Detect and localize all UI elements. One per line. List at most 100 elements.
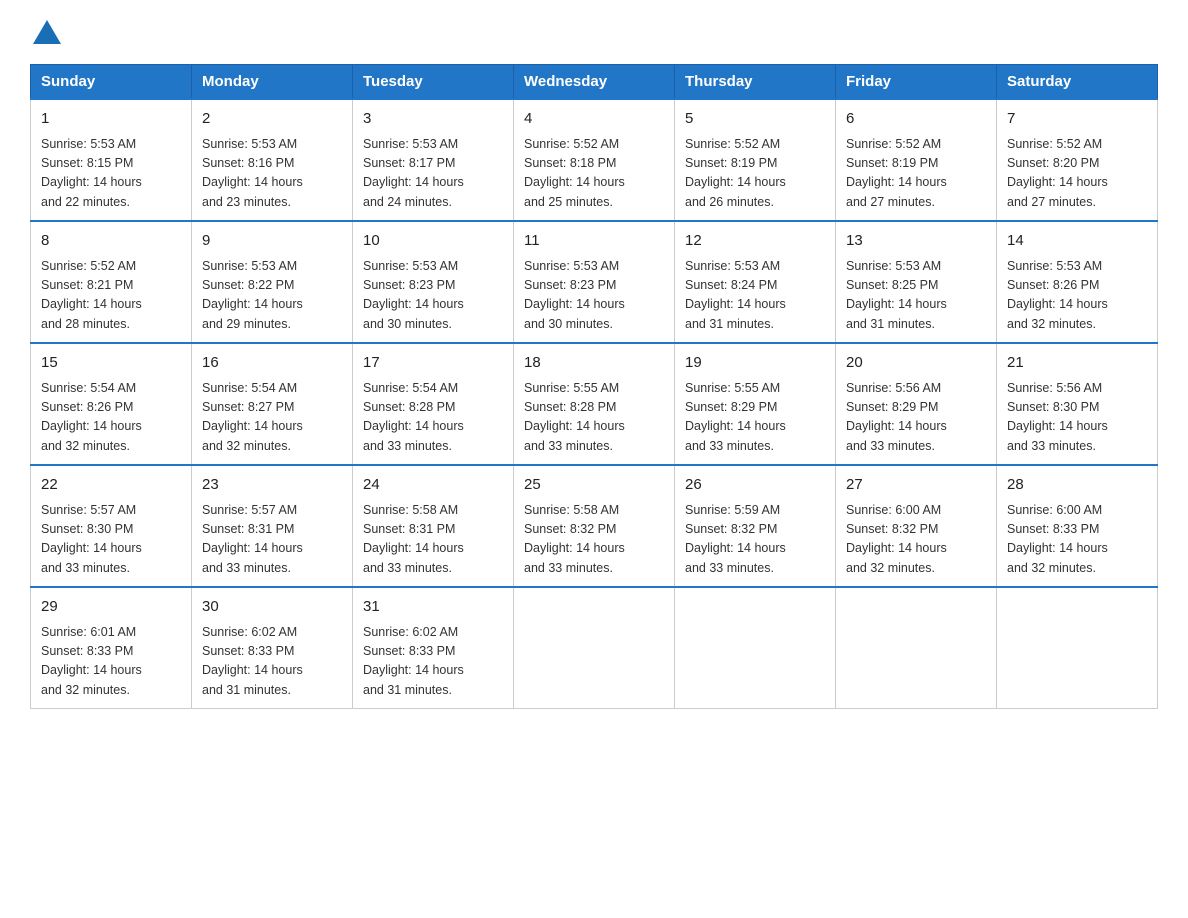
- day-number: 28: [1007, 474, 1147, 497]
- day-number: 8: [41, 230, 181, 253]
- day-number: 22: [41, 474, 181, 497]
- day-info: Sunrise: 5:53 AM Sunset: 8:16 PM Dayligh…: [202, 135, 342, 213]
- day-info: Sunrise: 5:53 AM Sunset: 8:23 PM Dayligh…: [363, 257, 503, 335]
- day-info: Sunrise: 5:52 AM Sunset: 8:19 PM Dayligh…: [685, 135, 825, 213]
- day-number: 11: [524, 230, 664, 253]
- day-number: 13: [846, 230, 986, 253]
- day-number: 27: [846, 474, 986, 497]
- day-cell: 31 Sunrise: 6:02 AM Sunset: 8:33 PM Dayl…: [353, 587, 514, 709]
- week-row-2: 8 Sunrise: 5:52 AM Sunset: 8:21 PM Dayli…: [31, 221, 1158, 343]
- week-row-1: 1 Sunrise: 5:53 AM Sunset: 8:15 PM Dayli…: [31, 99, 1158, 221]
- day-cell: 13 Sunrise: 5:53 AM Sunset: 8:25 PM Dayl…: [836, 221, 997, 343]
- day-cell: 1 Sunrise: 5:53 AM Sunset: 8:15 PM Dayli…: [31, 99, 192, 221]
- day-cell: 7 Sunrise: 5:52 AM Sunset: 8:20 PM Dayli…: [997, 99, 1158, 221]
- day-info: Sunrise: 6:01 AM Sunset: 8:33 PM Dayligh…: [41, 623, 181, 701]
- day-info: Sunrise: 5:52 AM Sunset: 8:21 PM Dayligh…: [41, 257, 181, 335]
- day-number: 21: [1007, 352, 1147, 375]
- day-cell: 26 Sunrise: 5:59 AM Sunset: 8:32 PM Dayl…: [675, 465, 836, 587]
- day-number: 7: [1007, 108, 1147, 131]
- header-cell-friday: Friday: [836, 65, 997, 100]
- day-number: 19: [685, 352, 825, 375]
- day-cell: 14 Sunrise: 5:53 AM Sunset: 8:26 PM Dayl…: [997, 221, 1158, 343]
- day-number: 30: [202, 596, 342, 619]
- day-number: 5: [685, 108, 825, 131]
- day-info: Sunrise: 6:02 AM Sunset: 8:33 PM Dayligh…: [202, 623, 342, 701]
- header-cell-thursday: Thursday: [675, 65, 836, 100]
- day-info: Sunrise: 5:59 AM Sunset: 8:32 PM Dayligh…: [685, 501, 825, 579]
- day-cell: 27 Sunrise: 6:00 AM Sunset: 8:32 PM Dayl…: [836, 465, 997, 587]
- day-cell: 21 Sunrise: 5:56 AM Sunset: 8:30 PM Dayl…: [997, 343, 1158, 465]
- day-number: 23: [202, 474, 342, 497]
- day-number: 24: [363, 474, 503, 497]
- day-number: 12: [685, 230, 825, 253]
- day-cell: 8 Sunrise: 5:52 AM Sunset: 8:21 PM Dayli…: [31, 221, 192, 343]
- day-info: Sunrise: 5:52 AM Sunset: 8:20 PM Dayligh…: [1007, 135, 1147, 213]
- day-info: Sunrise: 5:53 AM Sunset: 8:25 PM Dayligh…: [846, 257, 986, 335]
- day-number: 31: [363, 596, 503, 619]
- day-number: 26: [685, 474, 825, 497]
- day-number: 15: [41, 352, 181, 375]
- day-info: Sunrise: 5:58 AM Sunset: 8:32 PM Dayligh…: [524, 501, 664, 579]
- day-info: Sunrise: 6:00 AM Sunset: 8:33 PM Dayligh…: [1007, 501, 1147, 579]
- day-cell: 3 Sunrise: 5:53 AM Sunset: 8:17 PM Dayli…: [353, 99, 514, 221]
- logo: [30, 20, 61, 46]
- day-info: Sunrise: 5:56 AM Sunset: 8:29 PM Dayligh…: [846, 379, 986, 457]
- day-info: Sunrise: 5:52 AM Sunset: 8:19 PM Dayligh…: [846, 135, 986, 213]
- week-row-3: 15 Sunrise: 5:54 AM Sunset: 8:26 PM Dayl…: [31, 343, 1158, 465]
- header-cell-sunday: Sunday: [31, 65, 192, 100]
- day-cell: 19 Sunrise: 5:55 AM Sunset: 8:29 PM Dayl…: [675, 343, 836, 465]
- day-info: Sunrise: 5:58 AM Sunset: 8:31 PM Dayligh…: [363, 501, 503, 579]
- day-number: 14: [1007, 230, 1147, 253]
- day-info: Sunrise: 5:53 AM Sunset: 8:15 PM Dayligh…: [41, 135, 181, 213]
- calendar-body: 1 Sunrise: 5:53 AM Sunset: 8:15 PM Dayli…: [31, 99, 1158, 709]
- day-cell: [514, 587, 675, 709]
- week-row-4: 22 Sunrise: 5:57 AM Sunset: 8:30 PM Dayl…: [31, 465, 1158, 587]
- day-cell: 25 Sunrise: 5:58 AM Sunset: 8:32 PM Dayl…: [514, 465, 675, 587]
- day-info: Sunrise: 5:53 AM Sunset: 8:26 PM Dayligh…: [1007, 257, 1147, 335]
- day-number: 25: [524, 474, 664, 497]
- day-info: Sunrise: 5:53 AM Sunset: 8:22 PM Dayligh…: [202, 257, 342, 335]
- day-number: 6: [846, 108, 986, 131]
- calendar-table: SundayMondayTuesdayWednesdayThursdayFrid…: [30, 64, 1158, 709]
- day-info: Sunrise: 5:53 AM Sunset: 8:24 PM Dayligh…: [685, 257, 825, 335]
- day-cell: 17 Sunrise: 5:54 AM Sunset: 8:28 PM Dayl…: [353, 343, 514, 465]
- day-cell: 29 Sunrise: 6:01 AM Sunset: 8:33 PM Dayl…: [31, 587, 192, 709]
- day-number: 18: [524, 352, 664, 375]
- day-cell: 10 Sunrise: 5:53 AM Sunset: 8:23 PM Dayl…: [353, 221, 514, 343]
- day-cell: [675, 587, 836, 709]
- day-number: 16: [202, 352, 342, 375]
- day-number: 20: [846, 352, 986, 375]
- day-number: 17: [363, 352, 503, 375]
- day-number: 29: [41, 596, 181, 619]
- day-cell: 6 Sunrise: 5:52 AM Sunset: 8:19 PM Dayli…: [836, 99, 997, 221]
- day-info: Sunrise: 5:52 AM Sunset: 8:18 PM Dayligh…: [524, 135, 664, 213]
- day-info: Sunrise: 5:54 AM Sunset: 8:28 PM Dayligh…: [363, 379, 503, 457]
- day-cell: 12 Sunrise: 5:53 AM Sunset: 8:24 PM Dayl…: [675, 221, 836, 343]
- day-number: 3: [363, 108, 503, 131]
- day-cell: 5 Sunrise: 5:52 AM Sunset: 8:19 PM Dayli…: [675, 99, 836, 221]
- header-cell-wednesday: Wednesday: [514, 65, 675, 100]
- day-info: Sunrise: 6:00 AM Sunset: 8:32 PM Dayligh…: [846, 501, 986, 579]
- day-cell: 18 Sunrise: 5:55 AM Sunset: 8:28 PM Dayl…: [514, 343, 675, 465]
- header-cell-saturday: Saturday: [997, 65, 1158, 100]
- header-cell-monday: Monday: [192, 65, 353, 100]
- day-info: Sunrise: 5:53 AM Sunset: 8:17 PM Dayligh…: [363, 135, 503, 213]
- day-number: 1: [41, 108, 181, 131]
- day-cell: 11 Sunrise: 5:53 AM Sunset: 8:23 PM Dayl…: [514, 221, 675, 343]
- day-cell: 15 Sunrise: 5:54 AM Sunset: 8:26 PM Dayl…: [31, 343, 192, 465]
- day-info: Sunrise: 5:57 AM Sunset: 8:31 PM Dayligh…: [202, 501, 342, 579]
- day-info: Sunrise: 5:55 AM Sunset: 8:28 PM Dayligh…: [524, 379, 664, 457]
- day-info: Sunrise: 5:57 AM Sunset: 8:30 PM Dayligh…: [41, 501, 181, 579]
- day-number: 9: [202, 230, 342, 253]
- day-number: 10: [363, 230, 503, 253]
- logo-triangle-icon: [33, 20, 61, 44]
- day-cell: 4 Sunrise: 5:52 AM Sunset: 8:18 PM Dayli…: [514, 99, 675, 221]
- day-info: Sunrise: 5:56 AM Sunset: 8:30 PM Dayligh…: [1007, 379, 1147, 457]
- day-number: 2: [202, 108, 342, 131]
- week-row-5: 29 Sunrise: 6:01 AM Sunset: 8:33 PM Dayl…: [31, 587, 1158, 709]
- header-cell-tuesday: Tuesday: [353, 65, 514, 100]
- day-cell: 9 Sunrise: 5:53 AM Sunset: 8:22 PM Dayli…: [192, 221, 353, 343]
- day-cell: 2 Sunrise: 5:53 AM Sunset: 8:16 PM Dayli…: [192, 99, 353, 221]
- day-cell: 22 Sunrise: 5:57 AM Sunset: 8:30 PM Dayl…: [31, 465, 192, 587]
- day-info: Sunrise: 5:53 AM Sunset: 8:23 PM Dayligh…: [524, 257, 664, 335]
